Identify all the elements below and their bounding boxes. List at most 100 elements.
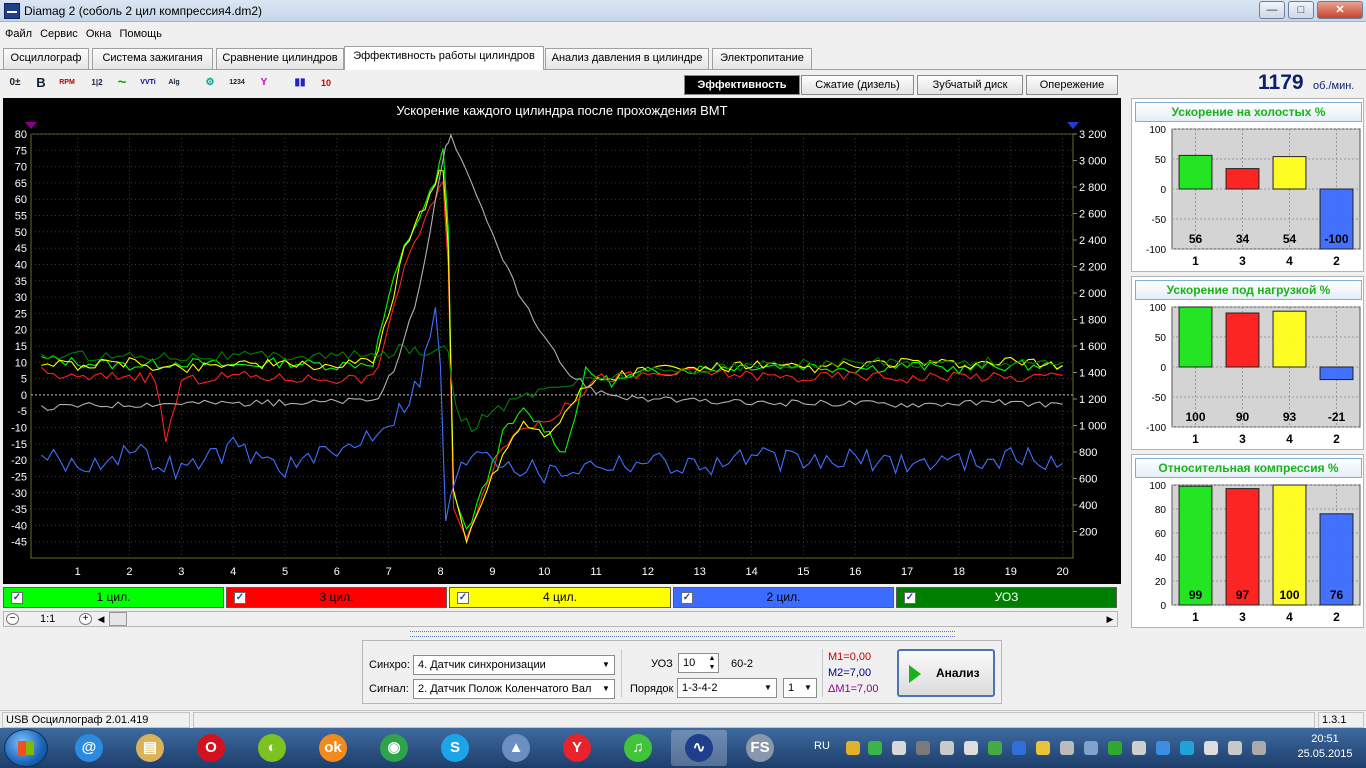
scroll-right-arrow-icon[interactable]: ▶ — [1103, 612, 1117, 626]
offset-icon[interactable]: 0± — [4, 73, 26, 95]
mode-compression-diesel-button[interactable]: Сжатие (дизель) — [801, 75, 914, 95]
clock[interactable]: 20:51 25.05.2015 — [1290, 732, 1360, 766]
waveform-icon[interactable]: ~ — [111, 73, 133, 95]
acceleration-chart[interactable]: Ускорение каждого цилиндра после прохожд… — [3, 98, 1121, 584]
taskbar-app[interactable]: ∿ — [671, 730, 727, 766]
start-button[interactable] — [4, 729, 48, 767]
tab-cylinder-efficiency[interactable]: Эффективность работы цилиндров — [344, 46, 544, 70]
cylinder-order-icon[interactable]: 1|2 — [86, 73, 108, 95]
tray-app-icon[interactable] — [940, 741, 954, 755]
legend-cyl4-label: 4 цил. — [543, 590, 577, 604]
algorithm-icon[interactable]: Alg 1/2 — [163, 73, 185, 106]
tray-app-icon[interactable] — [1084, 741, 1098, 755]
tray-app-icon[interactable] — [1036, 741, 1050, 755]
zoom-out-button[interactable]: − — [6, 613, 19, 625]
checkbox-icon[interactable]: ✓ — [11, 592, 23, 604]
tray-app-icon[interactable] — [1132, 741, 1146, 755]
scroll-left-arrow-icon[interactable]: ◀ — [94, 612, 108, 626]
language-indicator[interactable]: RU — [814, 740, 830, 752]
taskbar-app[interactable]: @ — [61, 730, 117, 766]
taskbar-app[interactable]: FS — [732, 730, 788, 766]
checkbox-icon[interactable]: ✓ — [457, 592, 469, 604]
checkbox-icon[interactable]: ✓ — [234, 592, 246, 604]
numbering-icon[interactable]: 1234 — [226, 73, 248, 95]
bar-category-label: 2 — [1333, 254, 1340, 268]
y-tick-label: 80 — [1155, 505, 1167, 516]
checkbox-icon[interactable]: ✓ — [681, 592, 693, 604]
menu-file[interactable]: Файл — [5, 24, 32, 44]
signal-select[interactable]: 2. Датчик Полож Коленчатого Вал ▼ — [413, 679, 615, 699]
bluetooth-icon[interactable] — [1012, 741, 1026, 755]
close-button[interactable]: ✕ — [1317, 1, 1363, 19]
volume-icon[interactable] — [1252, 741, 1266, 755]
legend-cyl1[interactable]: ✓ 1 цил. — [3, 587, 224, 608]
legend-cyl4[interactable]: ✓ 4 цил. — [449, 587, 671, 608]
taskbar-app[interactable]: ▤ — [122, 730, 178, 766]
tray-app-icon[interactable] — [916, 741, 930, 755]
menu-service[interactable]: Сервис — [40, 24, 78, 44]
mode-efficiency-button[interactable]: Эффективность — [684, 75, 800, 95]
mode-advance-button[interactable]: Опережение — [1026, 75, 1118, 95]
tab-oscilloscope[interactable]: Осциллограф — [3, 48, 89, 69]
status-bar: USB Осциллограф 2.01.419 1.3.1 — [0, 710, 1366, 728]
tray-app-icon[interactable] — [868, 741, 882, 755]
menu-windows[interactable]: Окна — [86, 24, 112, 44]
firing-order-select[interactable]: 1-3-4-2 ▼ — [677, 678, 777, 698]
network-icon[interactable] — [1156, 741, 1170, 755]
taskbar-app[interactable]: O — [183, 730, 239, 766]
sensor-icon[interactable]: ⚙ — [199, 73, 221, 95]
tray-app-icon[interactable] — [1108, 741, 1122, 755]
order-start-select[interactable]: 1 ▼ — [783, 678, 817, 698]
minimize-button[interactable]: — — [1259, 1, 1285, 19]
taskbar-app[interactable]: ok — [305, 730, 361, 766]
legend-cyl3[interactable]: ✓ 3 цил. — [226, 587, 447, 608]
display-icon[interactable] — [1228, 741, 1242, 755]
status-middle — [193, 712, 1315, 728]
scroll-thumb[interactable] — [109, 612, 127, 626]
scale-icon[interactable]: 10 — [315, 73, 337, 95]
legend-uoz[interactable]: ✓ УОЗ — [896, 587, 1117, 608]
mode-tooth-disk-button[interactable]: Зубчатый диск — [917, 75, 1023, 95]
taskbar-app[interactable]: Y — [549, 730, 605, 766]
zoom-level: 1:1 — [40, 613, 56, 625]
tab-cylinder-pressure[interactable]: Анализ давления в цилиндре — [545, 48, 709, 69]
series-line-3 — [41, 169, 1063, 545]
tray-app-icon[interactable] — [892, 741, 906, 755]
volume-icon[interactable] — [964, 741, 978, 755]
vvti-icon[interactable]: VVTi — [137, 73, 159, 95]
tray-app-icon[interactable] — [988, 741, 1002, 755]
y-tick-label: 100 — [1149, 481, 1166, 492]
bold-b-icon[interactable]: B — [30, 73, 52, 95]
tab-power-supply[interactable]: Электропитание — [712, 48, 812, 69]
bar-chart-icon[interactable]: ▮▮ — [289, 73, 311, 95]
legend-cyl2[interactable]: ✓ 2 цил. — [673, 587, 894, 608]
taskbar-app[interactable]: ♫ — [610, 730, 666, 766]
panel-splitter[interactable] — [410, 631, 955, 637]
bar-category-label: 2 — [1333, 610, 1340, 624]
legend-cyl3-label: 3 цил. — [319, 590, 354, 604]
rpm-gauge-icon[interactable]: RPM — [56, 73, 78, 95]
analyze-button[interactable]: Анализ — [897, 649, 995, 697]
checkbox-icon[interactable]: ✓ — [904, 592, 916, 604]
taskbar-app[interactable]: S — [427, 730, 483, 766]
maximize-button[interactable]: □ — [1288, 1, 1314, 19]
zoom-in-button[interactable]: + — [79, 613, 92, 625]
filter-icon[interactable]: Y — [253, 73, 275, 95]
tab-ignition-system[interactable]: Система зажигания — [92, 48, 213, 69]
sync-select[interactable]: 4. Датчик синхронизации ▼ — [413, 655, 615, 675]
tray-app-icon[interactable] — [1060, 741, 1074, 755]
flag-icon[interactable] — [1204, 741, 1218, 755]
uoz-stepper[interactable]: 10 ▲ ▼ — [678, 653, 719, 673]
stepper-arrows-icon[interactable]: ▲ ▼ — [706, 654, 718, 672]
x-tick-label: 12 — [642, 566, 654, 578]
taskbar-app[interactable]: ◉ — [366, 730, 422, 766]
tray-app-icon[interactable] — [1180, 741, 1194, 755]
tab-cylinder-comparison[interactable]: Сравнение цилиндров — [216, 48, 344, 69]
x-tick-label: 20 — [1057, 566, 1069, 578]
y-left-tick-label: 10 — [15, 357, 27, 369]
taskbar-app[interactable]: ▲ — [488, 730, 544, 766]
taskbar-app[interactable]: ◐ — [244, 730, 300, 766]
menu-help[interactable]: Помощь — [119, 24, 162, 44]
tray-app-icon[interactable] — [846, 741, 860, 755]
fs-app-icon: FS — [746, 734, 774, 762]
